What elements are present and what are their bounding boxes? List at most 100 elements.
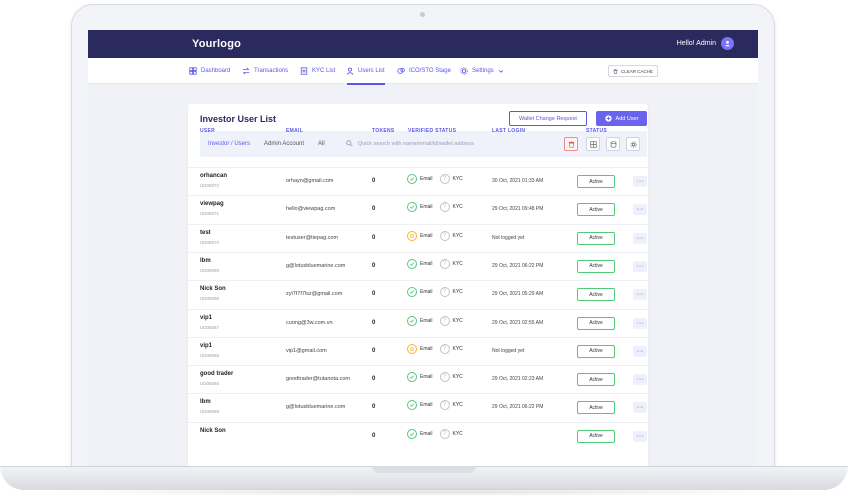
add-user-button[interactable]: Add User — [596, 111, 647, 126]
greeting: Hello! Admin — [676, 40, 716, 47]
status-badge[interactable]: Active — [577, 316, 615, 330]
tab-all[interactable]: All — [318, 141, 325, 147]
nav-kyc-list[interactable]: KYC List — [300, 66, 335, 76]
tab-admin-account[interactable]: Admin Account — [264, 141, 304, 147]
more-actions-button[interactable]: ··· — [633, 232, 647, 244]
user-name[interactable]: test — [200, 230, 211, 236]
plus-circle-icon — [604, 115, 612, 122]
kyc-status-badge: ? — [439, 428, 450, 439]
status-badge[interactable]: Active — [577, 288, 615, 302]
user-id: UD08068 — [200, 296, 220, 302]
top-bar: Yourlogo Hello! Admin — [88, 30, 758, 58]
avatar[interactable] — [721, 37, 734, 50]
status-badge[interactable]: Active — [577, 231, 615, 245]
email-status-label: Email — [420, 374, 433, 381]
nav-users-list[interactable]: Users List — [346, 66, 385, 76]
user-name[interactable]: vip1 — [200, 343, 212, 349]
user-name[interactable]: viewpag — [200, 201, 224, 207]
nav-settings[interactable]: Settings — [460, 66, 504, 76]
header-tokens: TOKENS — [372, 128, 395, 134]
email-status-label: Email — [420, 402, 433, 409]
user-name[interactable]: lbm — [200, 399, 211, 405]
clear-cache-button[interactable]: CLEAR CACHE — [608, 65, 658, 77]
table-row[interactable]: vip1 UD08066 vip1@gmail.com 0 Email? KYC Not l… — [188, 336, 648, 365]
header-last-login: LAST LOGIN — [492, 128, 526, 134]
header-verified-status: VERIFIED STATUS — [408, 128, 457, 134]
email-status-badge — [407, 174, 417, 184]
user-email: g@lotusbluemarine.com — [286, 404, 346, 411]
user-name[interactable]: lbm — [200, 258, 211, 264]
status-badge[interactable]: Active — [577, 344, 615, 358]
user-tokens: 0 — [372, 291, 376, 298]
email-status-label: Email — [420, 204, 433, 211]
clear-cache-label: CLEAR CACHE — [620, 68, 653, 74]
status-badge[interactable]: Active — [577, 401, 615, 415]
table-row[interactable]: good trader UD08065 goodtrader@tutanota.co… — [188, 365, 648, 393]
table-row[interactable]: Nick Son 0 Email? KYC Active ··· — [188, 421, 648, 450]
user-tokens: 0 — [372, 404, 376, 411]
table-row[interactable]: lbm UD08069 g@lotusbluemarine.com 0 Email? KY… — [188, 393, 648, 421]
more-actions-button[interactable]: ··· — [633, 317, 647, 329]
status-badge[interactable]: Active — [577, 259, 615, 273]
laptop-notch — [372, 466, 476, 473]
user-name[interactable]: Nick Son — [200, 286, 226, 292]
more-actions-button[interactable]: ··· — [633, 402, 647, 414]
delete-filter-button[interactable] — [564, 137, 578, 151]
verified-status: Email? KYC — [407, 343, 467, 354]
kyc-status-label: KYC — [452, 232, 463, 239]
search-input[interactable]: Quick search with name/email/id/wallet a… — [358, 141, 474, 147]
export-button[interactable] — [606, 137, 620, 151]
more-actions-button[interactable]: ··· — [633, 260, 647, 272]
user-id: UD08065 — [200, 381, 220, 387]
more-actions-button[interactable]: ··· — [633, 204, 647, 216]
logo[interactable]: Yourlogo — [192, 38, 241, 50]
nav-ico-sto-stage[interactable]: ICO/STO Stage — [397, 66, 451, 76]
kyc-status-badge: ? — [439, 400, 450, 411]
status-badge[interactable]: Active — [577, 175, 615, 188]
user-name[interactable]: orhancan — [200, 173, 227, 179]
nav-dashboard[interactable]: Dashboard — [189, 66, 230, 76]
grid-view-button[interactable] — [586, 137, 600, 151]
question-icon: ? — [442, 260, 447, 267]
status-badge[interactable]: Active — [577, 429, 615, 443]
table-row[interactable]: vip1 UD08067 cuong@3w.com.vn 0 Email? KYC 29 O… — [188, 308, 648, 337]
table-row[interactable]: lbm UD08069 g@lotusbluemarine.com 0 Email? KY… — [188, 251, 648, 280]
user-name[interactable]: Nick Son — [200, 428, 226, 434]
kyc-status-badge: ? — [439, 372, 450, 383]
email-status-label: Email — [420, 317, 433, 324]
more-actions-button[interactable]: ··· — [633, 176, 647, 187]
last-login: 29 Oct, 2021 06:22 PM — [492, 262, 544, 269]
table-row[interactable]: Nick Son UD08068 zyl7f7f7lsz@gmail.com 0 Ema… — [188, 280, 648, 308]
email-status-label: Email — [420, 289, 433, 296]
email-status-badge — [407, 428, 417, 439]
status-badge[interactable]: Active — [577, 203, 615, 217]
user-email: zyl7f7f7lsz@gmail.com — [286, 291, 343, 298]
email-status-badge — [407, 258, 417, 269]
nav-transactions[interactable]: Transactions — [242, 66, 288, 76]
tab-investor-users[interactable]: Investor / Users — [208, 141, 250, 147]
more-actions-button[interactable]: ··· — [633, 374, 647, 386]
more-actions-button[interactable]: ··· — [633, 345, 647, 357]
user-name[interactable]: good trader — [200, 371, 233, 377]
kyc-status-label: KYC — [452, 374, 463, 381]
filter-bar: Investor / Users Admin Account All Quick… — [200, 131, 647, 157]
more-actions-button[interactable]: ··· — [633, 289, 647, 301]
table-row[interactable]: viewpag UD08071 hello@viewpag.com 0 Email? KY… — [188, 195, 648, 223]
grid-icon — [589, 140, 597, 148]
user-tokens: 0 — [372, 234, 376, 241]
status-badge[interactable]: Active — [577, 373, 615, 387]
user-id: UD08067 — [200, 324, 220, 330]
verified-status: Email? KYC — [407, 258, 467, 269]
settings-button[interactable] — [626, 137, 640, 151]
more-actions-button[interactable]: ··· — [633, 430, 647, 442]
table-row[interactable]: test UD08070 testuser@tiepag.com 0 Email? KYC… — [188, 223, 648, 252]
page-title: Investor User List — [200, 114, 277, 124]
wallet-change-request-button[interactable]: Wallet Change Request — [509, 111, 587, 126]
kyc-status-badge: ? — [439, 202, 450, 213]
kyc-status-badge: ? — [439, 258, 450, 269]
verified-status: Email? KYC — [407, 428, 467, 439]
check-icon — [409, 205, 415, 210]
table-row[interactable]: orhancan UD08072 orhayn@gmail.com 0 Email? KY… — [188, 167, 648, 195]
nav-label: ICO/STO Stage — [409, 68, 451, 74]
user-name[interactable]: vip1 — [200, 315, 212, 321]
